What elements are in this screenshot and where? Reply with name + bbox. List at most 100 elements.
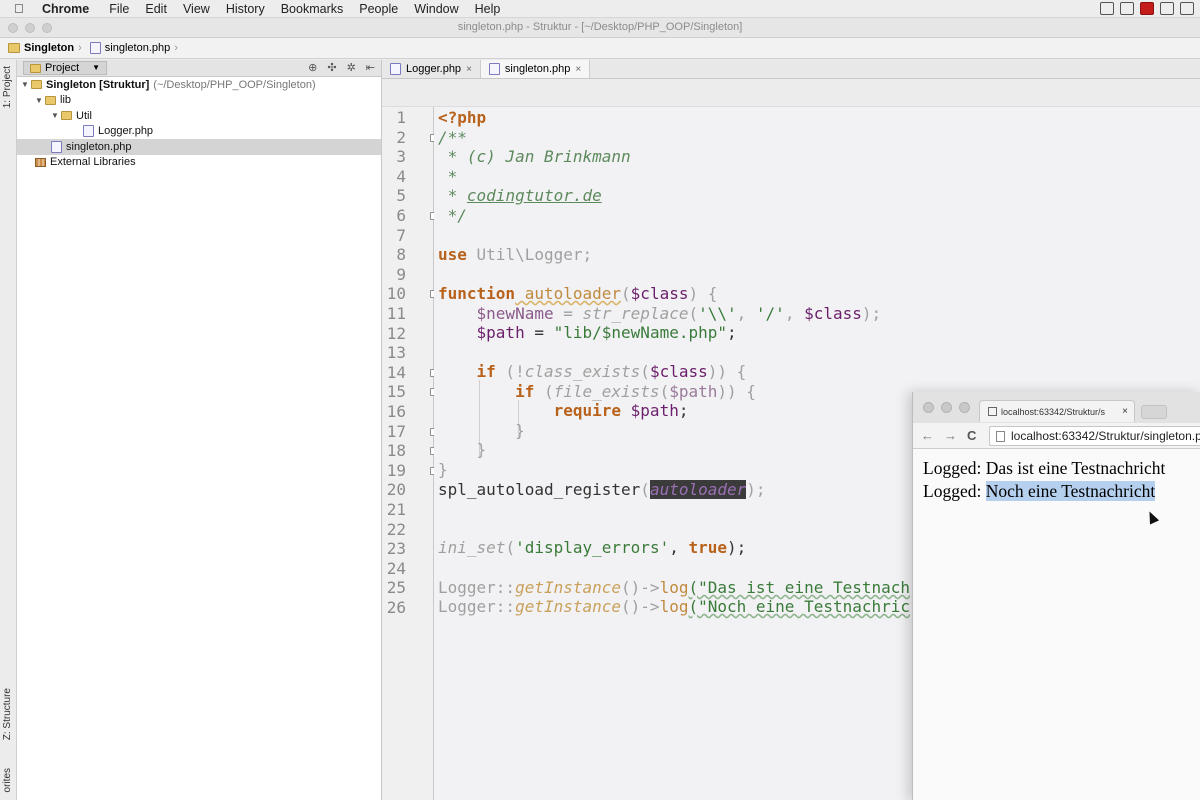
punct: } [438, 460, 448, 479]
menu-file[interactable]: File [109, 2, 129, 16]
comment: /** [438, 128, 467, 147]
tree-item-util[interactable]: ▼ Util [17, 108, 381, 124]
favorites-tool-button[interactable]: orites [2, 768, 13, 792]
comment-link[interactable]: codingtutor.de [467, 186, 602, 205]
line-number: 3 [396, 147, 406, 167]
status-icon[interactable] [1120, 2, 1134, 15]
line-number: 15 [386, 382, 406, 402]
menu-people[interactable]: People [359, 2, 398, 16]
output-text-selected: Noch eine Testnachricht [985, 481, 1156, 501]
close-tab-icon[interactable]: × [466, 64, 472, 75]
variable: $class [649, 362, 708, 381]
apple-icon[interactable]:  [14, 1, 30, 16]
browser-toolbar: ← → C localhost:63342/Struktur/singleton… [913, 423, 1200, 449]
expand-arrow-icon[interactable]: ▼ [35, 96, 45, 105]
tree-item-lib[interactable]: ▼ lib [17, 93, 381, 109]
menu-edit[interactable]: Edit [145, 2, 167, 16]
comment: * [438, 186, 467, 205]
browser-window: localhost:63342/Struktur/s × ← → C local… [912, 392, 1200, 800]
chevron-right-icon: › [174, 42, 178, 54]
menu-bookmarks[interactable]: Bookmarks [281, 2, 344, 16]
folder-icon [31, 80, 42, 90]
scroll-from-source-icon[interactable]: ⊕ [308, 61, 317, 74]
page-icon [996, 430, 1005, 442]
macos-menubar:  Chrome File Edit View History Bookmark… [0, 0, 1200, 18]
tree-item-external-libraries[interactable]: External Libraries [17, 155, 381, 171]
chevron-right-icon: › [78, 42, 82, 54]
gear-icon[interactable]: ✲ [347, 61, 356, 74]
minimize-window-button[interactable] [941, 402, 952, 413]
code-line-3: * (c) Jan Brinkmann [438, 147, 631, 167]
zoom-window-button[interactable] [959, 402, 970, 413]
function-call: str_replace [582, 304, 689, 323]
punct: ); [727, 538, 747, 557]
tab-singleton-php[interactable]: singleton.php × [480, 60, 591, 78]
structure-tool-button[interactable]: Z: Structure [2, 688, 13, 740]
window-title: singleton.php - Struktur - [~/Desktop/PH… [457, 21, 743, 33]
browser-tab[interactable]: localhost:63342/Struktur/s × [979, 400, 1135, 422]
project-view-selector[interactable]: Project ▼ [23, 61, 107, 75]
code-line-5: * codingtutor.de [438, 186, 602, 206]
line-number: 11 [386, 304, 406, 323]
line-number: 25 [386, 578, 406, 598]
browser-tab-title: localhost:63342/Struktur/s [1001, 406, 1106, 417]
forward-arrow-icon[interactable]: → [944, 428, 957, 443]
function-call: ini_set [438, 538, 506, 557]
close-window-button[interactable] [923, 402, 934, 413]
punct: ) { [688, 284, 718, 303]
line-number: 7 [396, 225, 406, 245]
menu-window[interactable]: Window [414, 2, 458, 16]
new-tab-button[interactable] [1141, 405, 1167, 419]
folder-icon [8, 43, 20, 53]
class-name: Logger:: [438, 597, 516, 616]
function-name: autoloader [515, 284, 622, 303]
tree-item-singleton-php[interactable]: singleton.php [17, 139, 381, 155]
variable: $class [804, 304, 862, 323]
highlighted-symbol[interactable]: autoloader [649, 480, 747, 499]
collapse-all-icon[interactable]: ✣ [327, 61, 336, 74]
punct: )) { [707, 362, 747, 381]
line-number: 13 [386, 343, 406, 363]
expand-arrow-icon[interactable]: ▼ [51, 111, 61, 120]
breadcrumb-project[interactable]: Singleton › [8, 42, 82, 54]
back-arrow-icon[interactable]: ← [921, 428, 934, 443]
line-number: 19 [386, 460, 406, 480]
status-icon[interactable] [1180, 2, 1194, 15]
punct: ); [861, 304, 882, 323]
chevron-down-icon: ▼ [92, 63, 100, 72]
status-icon[interactable] [1160, 2, 1174, 15]
comment: * [438, 167, 458, 186]
menu-app-chrome[interactable]: Chrome [42, 2, 89, 16]
php-open-tag: <?php [438, 108, 487, 127]
function-call: file_exists [553, 382, 660, 401]
address-bar[interactable]: localhost:63342/Struktur/singleton.php [989, 426, 1200, 446]
project-tree: ▼ Singleton [Struktur] (~/Desktop/PHP_OO… [17, 77, 381, 170]
punct: ()-> [621, 578, 660, 597]
tree-item-label: singleton.php [66, 140, 132, 153]
punct: = [524, 323, 554, 342]
status-icon[interactable] [1140, 2, 1154, 15]
tree-item-root[interactable]: ▼ Singleton [Struktur] (~/Desktop/PHP_OO… [17, 77, 381, 93]
namespace: Util\Logger; [466, 245, 593, 264]
hide-panel-icon[interactable]: ⇤ [366, 61, 375, 74]
status-icons [1100, 2, 1194, 15]
menu-help[interactable]: Help [475, 2, 501, 16]
close-tab-icon[interactable]: × [575, 64, 581, 75]
close-tab-icon[interactable]: × [1122, 406, 1128, 417]
keyword: if [438, 362, 496, 381]
tab-logger-php[interactable]: Logger.php × [382, 60, 481, 78]
project-tool-button[interactable]: 1: Project [2, 66, 13, 108]
menu-view[interactable]: View [183, 2, 210, 16]
menu-history[interactable]: History [226, 2, 265, 16]
tree-item-label: Singleton [Struktur] [46, 78, 150, 91]
status-icon[interactable] [1100, 2, 1114, 15]
tree-item-logger-php[interactable]: Logger.php [17, 124, 381, 140]
library-icon [35, 157, 46, 167]
reload-icon[interactable]: C [967, 428, 976, 443]
keyword: function [438, 284, 516, 303]
breadcrumb-file[interactable]: singleton.php › [89, 42, 178, 54]
keyword: require [438, 401, 622, 420]
code-line-12: $path = "lib/$newName.php"; [438, 323, 737, 343]
class-name: Logger:: [438, 578, 516, 597]
expand-arrow-icon[interactable]: ▼ [21, 80, 31, 89]
